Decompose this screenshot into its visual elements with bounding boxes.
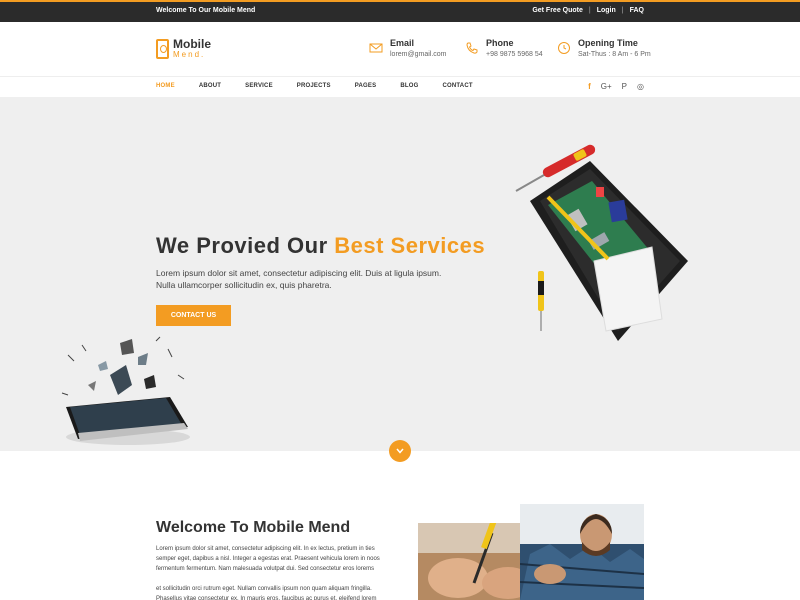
hero-title-accent: Best Services	[334, 233, 486, 258]
email-value[interactable]: lorem@gmail.com	[390, 49, 447, 60]
hero-title-part1: We Provied Our	[156, 233, 335, 258]
scroll-down-button[interactable]	[389, 440, 411, 462]
nav-item-contact[interactable]: CONTACT	[442, 83, 472, 89]
top-links: Get Free Quote | Login | FAQ	[532, 7, 644, 14]
nav-menu: HOME ABOUT SERVICE PROJECTS PAGES BLOG C…	[156, 83, 497, 89]
faq-link[interactable]: FAQ	[630, 7, 644, 14]
about-title: Welcome To Mobile Mend	[156, 519, 351, 536]
about-paragraph-2: et sollicitudin orci rutrum eget. Nullam…	[156, 586, 377, 600]
phone-icon	[466, 42, 478, 54]
clock-icon	[558, 42, 570, 54]
hero-description: Lorem ipsum dolor sit amet, consectetur …	[156, 268, 442, 290]
nav-item-blog[interactable]: BLOG	[400, 83, 418, 89]
hours-value: Sat-Thus : 8 Am - 6 Pm	[578, 51, 651, 58]
logo[interactable]: Mobile Mend.	[156, 38, 211, 60]
phone-value[interactable]: +98 9875 5968 54	[486, 49, 543, 60]
shattered-phone-illustration	[61, 336, 190, 445]
phone-info: Phone +98 9875 5968 54	[465, 38, 543, 60]
envelope-icon	[369, 43, 383, 53]
google-plus-icon[interactable]: G+	[601, 82, 612, 91]
hours-info: Opening Time Sat-Thus : 8 Am - 6 Pm	[557, 38, 651, 60]
pinterest-icon[interactable]: P	[622, 82, 627, 91]
phone-logo-icon	[156, 39, 169, 59]
hours-title: Opening Time	[578, 38, 638, 48]
email-info: Email lorem@gmail.com	[369, 38, 447, 60]
contact-us-button[interactable]: CONTACT US	[156, 305, 231, 326]
main-nav: HOME ABOUT SERVICE PROJECTS PAGES BLOG C…	[0, 77, 800, 97]
nav-item-projects[interactable]: PROJECTS	[297, 83, 331, 89]
social-links: f G+ P ◎	[588, 82, 644, 91]
separator: |	[588, 7, 591, 14]
logo-line1: Mobile	[173, 37, 211, 51]
repair-tools-illustration	[515, 144, 688, 341]
nav-item-service[interactable]: SERVICE	[245, 83, 273, 89]
repair-photo-technician	[520, 504, 644, 600]
email-title: Email	[390, 38, 415, 48]
facebook-icon[interactable]: f	[588, 82, 591, 91]
instagram-icon[interactable]: ◎	[637, 82, 644, 91]
welcome-text: Welcome To Our Mobile Mend	[156, 7, 256, 14]
login-link[interactable]: Login	[597, 7, 616, 14]
nav-item-home[interactable]: HOME	[156, 83, 175, 89]
hero-section: We Provied Our Best Services Lorem ipsum…	[0, 97, 800, 451]
about-paragraph-1: Lorem ipsum dolor sit amet, consectetur …	[156, 546, 380, 572]
nav-item-about[interactable]: ABOUT	[199, 83, 221, 89]
get-free-quote-link[interactable]: Get Free Quote	[532, 7, 583, 14]
phone-title: Phone	[486, 38, 514, 48]
hero-title: We Provied Our Best Services	[156, 233, 485, 259]
nav-item-pages[interactable]: PAGES	[355, 83, 377, 89]
chevron-down-icon	[396, 448, 404, 454]
header: Mobile Mend. Email lorem@gmail.com Phone…	[0, 22, 800, 77]
top-bar: Welcome To Our Mobile Mend Get Free Quot…	[0, 0, 800, 22]
separator: |	[621, 7, 624, 14]
logo-line2: Mend.	[173, 50, 206, 59]
